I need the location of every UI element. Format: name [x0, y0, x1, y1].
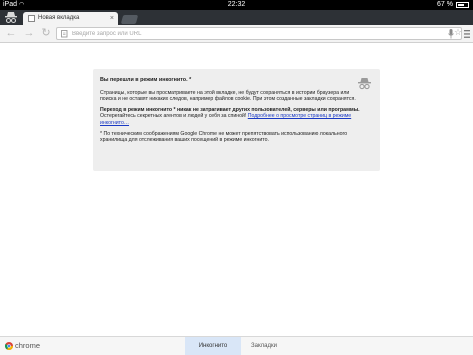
incognito-icon — [5, 12, 17, 24]
incognito-paragraph-history: Страницы, которые вы просматриваете на э… — [100, 89, 356, 103]
incognito-footnote: * По техническим соображениям Google Chr… — [100, 130, 348, 144]
toolbar: ← → ↻ ☆ — [0, 25, 473, 43]
status-bar: iPad ◠ 22:32 67 % — [0, 0, 473, 10]
tab-strip: Новая вкладка × — [0, 10, 473, 25]
omnibox[interactable] — [56, 27, 462, 40]
battery-percent: 67 % — [437, 1, 453, 8]
tab-new-tab[interactable]: Новая вкладка × — [23, 12, 118, 25]
incognito-paragraph-others: Переход в режим инкогнито * никак не зат… — [100, 107, 360, 127]
tab-incognito[interactable]: Инкогнито — [185, 337, 241, 355]
bottom-bar: chrome Инкогнито Закладки — [0, 336, 473, 355]
new-tab-button[interactable] — [120, 15, 139, 24]
incognito-icon — [358, 78, 371, 90]
battery-icon — [456, 2, 469, 8]
incognito-warning-bold: Переход в режим инкогнито * никак не зат… — [100, 106, 360, 113]
forward-button[interactable]: → — [23, 27, 35, 39]
incognito-info-card: Вы перешли в режим инкогнито. * Страницы… — [93, 69, 380, 171]
incognito-warning-text: Остерегайтесь секретных агентов и людей … — [100, 113, 248, 120]
reload-button[interactable]: ↻ — [40, 27, 52, 39]
tab-close-button[interactable]: × — [110, 12, 114, 25]
tab-bookmarks[interactable]: Закладки — [241, 337, 287, 355]
omnibox-input[interactable] — [72, 28, 432, 39]
status-clock: 22:32 — [227, 1, 246, 8]
battery-fill — [458, 4, 465, 6]
back-button[interactable]: ← — [5, 27, 17, 39]
incognito-heading: Вы перешли в режим инкогнито. * — [100, 77, 192, 83]
chrome-logo-icon — [5, 342, 13, 350]
tab-title: Новая вкладка — [38, 15, 80, 21]
menu-icon[interactable] — [464, 29, 470, 39]
search-icon — [61, 30, 68, 38]
bookmark-star-icon[interactable]: ☆ — [454, 25, 462, 39]
chrome-brand-name: chrome — [15, 341, 41, 350]
page-icon — [28, 15, 35, 22]
